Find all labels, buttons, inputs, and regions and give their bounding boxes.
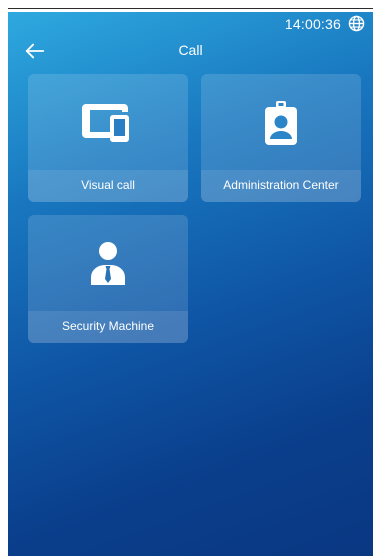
id-badge-icon [265,101,297,145]
page-title: Call [178,42,203,58]
security-machine-tile[interactable]: Security Machine [28,215,188,343]
administration-center-label: Administration Center [201,170,361,202]
devices-icon [82,104,129,142]
visual-call-tile[interactable]: Visual call [28,74,188,202]
administration-center-tile[interactable]: Administration Center [201,74,361,202]
call-screen: 14:00:36 Call Visual call Administration… [8,12,373,556]
globe-icon[interactable] [348,15,365,32]
status-time: 14:00:36 [284,16,341,32]
security-person-icon [91,242,125,285]
visual-call-label: Visual call [28,170,188,202]
security-machine-label: Security Machine [28,311,188,343]
